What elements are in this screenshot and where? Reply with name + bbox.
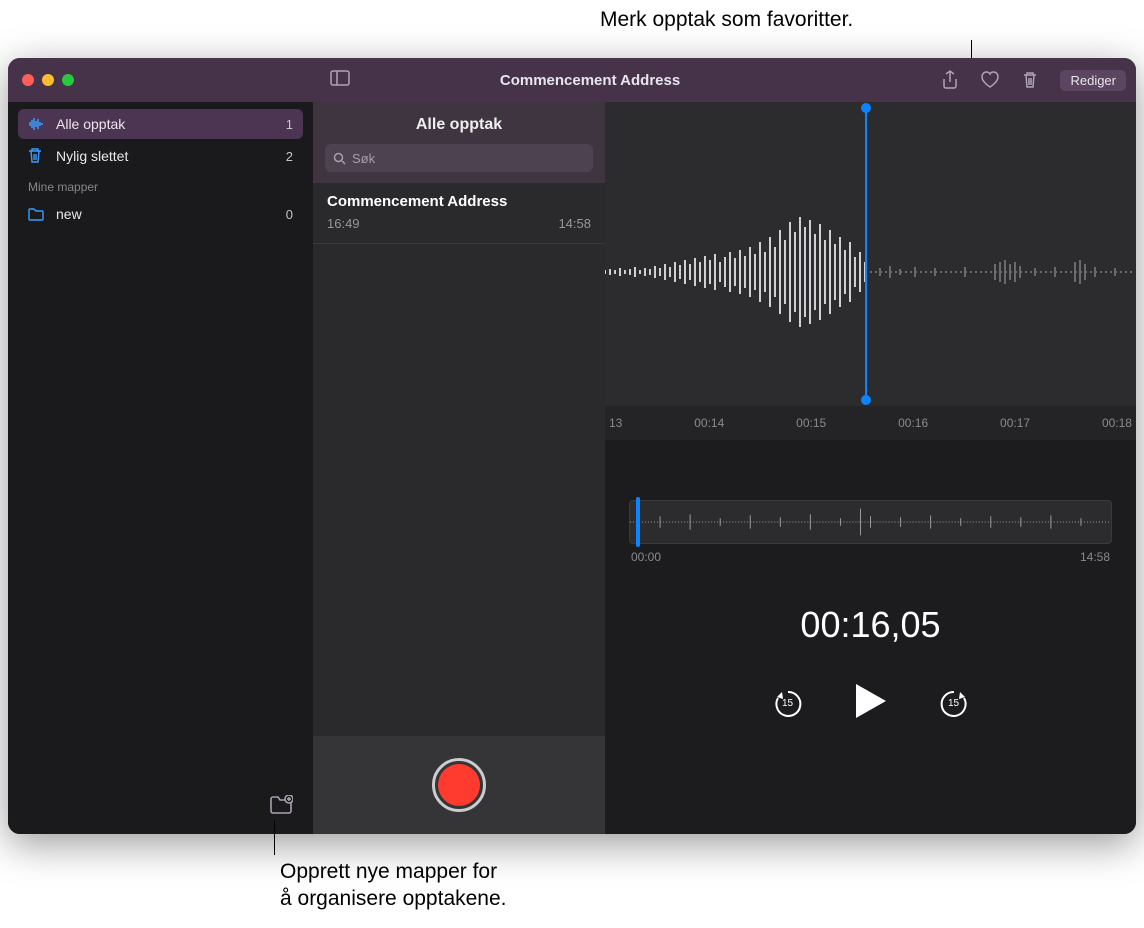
waveform-zoom-view[interactable]: 13 00:14 00:15 00:16 00:17 00:18 bbox=[605, 102, 1136, 440]
search-input[interactable]: Søk bbox=[325, 144, 593, 172]
sidebar-item-all-recordings[interactable]: Alle opptak 1 bbox=[18, 109, 303, 139]
edit-button[interactable]: Rediger bbox=[1060, 70, 1126, 91]
recording-list-item[interactable]: Commencement Address 16:49 14:58 bbox=[313, 183, 605, 244]
recording-duration: 14:58 bbox=[558, 216, 591, 231]
traffic-lights bbox=[22, 74, 74, 86]
minimize-window-button[interactable] bbox=[42, 74, 54, 86]
sidebar-item-count: 1 bbox=[286, 117, 293, 132]
overview-playhead[interactable] bbox=[636, 497, 640, 547]
waveform-overview[interactable] bbox=[629, 500, 1112, 544]
overview-waveform bbox=[630, 501, 1111, 543]
folder-icon bbox=[28, 208, 46, 221]
skip-back-label: 15 bbox=[772, 698, 804, 709]
sidebar-folder-item[interactable]: new 0 bbox=[18, 199, 303, 229]
recording-title: Commencement Address bbox=[327, 193, 591, 210]
sidebar-folders-header: Mine mapper bbox=[8, 172, 313, 198]
sidebar-item-label: Nylig slettet bbox=[56, 148, 286, 164]
favorite-button[interactable] bbox=[980, 71, 1000, 89]
callout-new-folder: Opprett nye mapper for å organisere oppt… bbox=[280, 858, 507, 913]
close-window-button[interactable] bbox=[22, 74, 34, 86]
new-folder-button[interactable] bbox=[269, 795, 293, 820]
list-header: Alle opptak bbox=[313, 102, 605, 144]
ruler-tick: 00:14 bbox=[694, 416, 724, 430]
sidebar-item-count: 0 bbox=[286, 207, 293, 222]
sidebar: Alle opptak 1 Nylig slettet 2 Mine mappe… bbox=[8, 102, 313, 834]
waveform-display bbox=[605, 212, 1135, 332]
sidebar-item-label: new bbox=[56, 206, 286, 222]
skip-fwd-label: 15 bbox=[938, 698, 970, 709]
skip-back-15-button[interactable]: 15 bbox=[772, 688, 804, 720]
detail-panel: 13 00:14 00:15 00:16 00:17 00:18 bbox=[605, 102, 1136, 834]
recording-time: 16:49 bbox=[327, 216, 360, 231]
record-button[interactable] bbox=[432, 758, 486, 812]
time-ruler: 13 00:14 00:15 00:16 00:17 00:18 bbox=[605, 406, 1136, 440]
callout-line-bottom bbox=[274, 820, 275, 855]
overview-start-label: 00:00 bbox=[631, 550, 661, 564]
share-button[interactable] bbox=[942, 70, 958, 90]
playhead[interactable] bbox=[865, 108, 867, 400]
ruler-tick: 00:15 bbox=[796, 416, 826, 430]
search-icon bbox=[333, 152, 346, 165]
sidebar-item-label: Alle opptak bbox=[56, 116, 286, 132]
trash-icon bbox=[28, 148, 46, 164]
toggle-sidebar-button[interactable] bbox=[330, 70, 350, 91]
fullscreen-window-button[interactable] bbox=[62, 74, 74, 86]
ruler-tick: 00:16 bbox=[898, 416, 928, 430]
delete-button[interactable] bbox=[1022, 71, 1038, 89]
record-icon bbox=[438, 764, 480, 806]
current-time-display: 00:16,05 bbox=[605, 604, 1136, 646]
ruler-tick: 13 bbox=[609, 416, 622, 430]
callout-favorite: Merk opptak som favoritter. bbox=[600, 8, 853, 32]
record-area bbox=[313, 736, 605, 834]
play-button[interactable] bbox=[854, 682, 888, 725]
window-title: Commencement Address bbox=[500, 72, 680, 89]
playback-controls: 15 15 bbox=[605, 682, 1136, 725]
ruler-tick: 00:18 bbox=[1102, 416, 1132, 430]
voice-memos-window: Commencement Address Rediger bbox=[8, 58, 1136, 834]
waveform-icon bbox=[28, 117, 46, 131]
sidebar-item-count: 2 bbox=[286, 149, 293, 164]
search-placeholder: Søk bbox=[352, 151, 375, 166]
ruler-tick: 00:17 bbox=[1000, 416, 1030, 430]
recordings-list: Alle opptak Søk Commencement Address 16:… bbox=[313, 102, 605, 834]
overview-end-label: 14:58 bbox=[1080, 550, 1110, 564]
skip-forward-15-button[interactable]: 15 bbox=[938, 688, 970, 720]
titlebar: Commencement Address Rediger bbox=[8, 58, 1136, 102]
sidebar-item-recently-deleted[interactable]: Nylig slettet 2 bbox=[18, 141, 303, 171]
